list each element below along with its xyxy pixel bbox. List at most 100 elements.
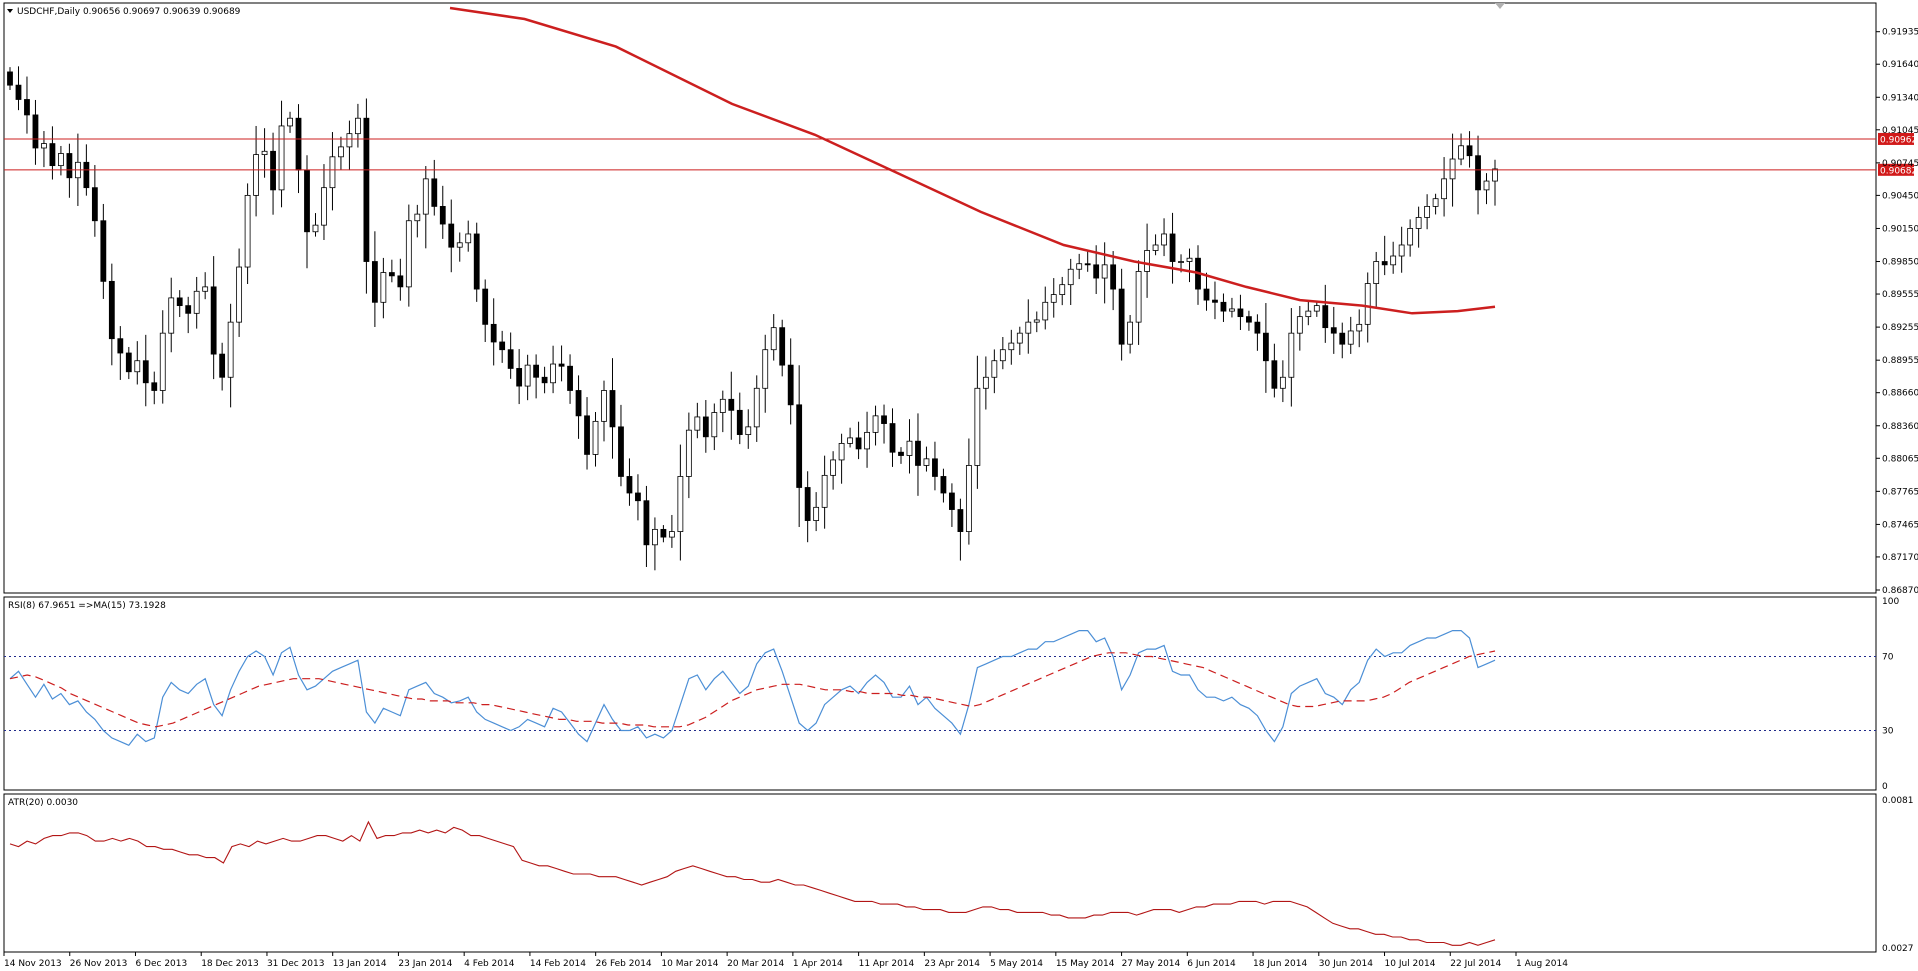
candle-bull (321, 187, 327, 226)
price-axis: 0.91935 0.91640 0.91340 0.91045 0.90745 0.904… (1876, 28, 1918, 596)
time-tick-label: 11 Apr 2014 (859, 959, 915, 969)
main-panel-frame (3, 2, 1877, 594)
candle-bear (142, 360, 149, 384)
candle-bull (1458, 145, 1464, 160)
candle-bear (635, 492, 641, 502)
symbol-title: USDCHF,Daily 0.90656 0.90697 0.90639 0.9… (17, 7, 241, 17)
candle-bull (380, 272, 387, 303)
price-tick-label: 0.90745 (1882, 159, 1918, 169)
candle-bear (618, 426, 624, 477)
atr-title: ATR(20) 0.0030 (8, 798, 78, 808)
candle-bull (1186, 257, 1193, 262)
candle-bull (312, 224, 319, 233)
candle-bear (15, 84, 22, 100)
candle-bear (490, 323, 497, 343)
candle-bull (762, 349, 769, 389)
candle-bear (541, 376, 548, 384)
candle-bear (533, 364, 540, 378)
candle-bull (592, 420, 599, 455)
price-tick-label: 0.88360 (1882, 422, 1918, 432)
candle-bull (346, 133, 353, 148)
candle-bear (889, 423, 896, 453)
candle-bull (202, 286, 209, 292)
time-tick-label: 15 May 2014 (1056, 959, 1115, 969)
candle-bull (770, 327, 777, 351)
price-tick-label: 0.87465 (1882, 520, 1918, 530)
candle-bear (108, 280, 115, 340)
candle-bull (1415, 217, 1422, 229)
price-tick-label: 0.87765 (1882, 487, 1918, 497)
candle-bear (482, 288, 489, 325)
candle-bull (1229, 308, 1235, 312)
rsi-panel-frame (3, 596, 1877, 791)
candle-bear (91, 187, 98, 222)
candle-bull (601, 390, 607, 422)
candle-bear (915, 440, 921, 466)
candle-bull (1152, 244, 1159, 251)
price-tick-label: 0.87170 (1882, 553, 1918, 563)
candle-bull (1441, 178, 1447, 200)
candle-bear (516, 368, 523, 387)
candle-bull (813, 506, 820, 521)
candle-bear (898, 451, 904, 456)
candle-bear (584, 415, 590, 455)
time-tick-label: 5 May 2014 (990, 959, 1043, 969)
candle-bull (711, 412, 718, 438)
price-tick-label: 0.89850 (1882, 258, 1918, 268)
candle-bull (1313, 305, 1320, 312)
rsi-title: RSI(8) 67.9651 =>MA(15) 73.1928 (8, 601, 166, 611)
candle-bull (1373, 261, 1380, 284)
candle-bull (422, 178, 429, 215)
price-tick-label: 0.91935 (1882, 28, 1918, 38)
candle-bull (355, 117, 361, 135)
candle-bear (448, 223, 455, 248)
candle-bear (1466, 145, 1473, 157)
candle-bear (558, 363, 565, 367)
candle-bear (940, 476, 947, 494)
time-tick-label: 30 Jun 2014 (1319, 959, 1373, 969)
candle-bear (210, 286, 217, 355)
candle-bull (41, 143, 47, 149)
candle-bull (261, 150, 268, 156)
candle-bear (1084, 263, 1091, 266)
time-tick-label: 18 Dec 2013 (201, 959, 259, 969)
candle-bull (1364, 283, 1371, 325)
candle-bull (287, 117, 293, 127)
candle-bear (7, 71, 13, 86)
candle-bull (1033, 319, 1040, 323)
candle-bull (134, 360, 141, 373)
candle-bear (397, 275, 404, 288)
candle-bull (974, 387, 981, 466)
candle-bear (439, 206, 446, 225)
candle-bull (821, 474, 828, 508)
rsi-axis-label: 0 (1882, 782, 1888, 792)
candle-bull (1178, 261, 1184, 263)
candle-bull (1135, 271, 1142, 323)
candle-bull (1288, 332, 1295, 378)
candle-bull (253, 154, 259, 196)
candle-bear (176, 297, 183, 307)
candle-bear (1118, 288, 1125, 345)
chart-canvas[interactable]: 0.909620.90682 0.919350.916400.913400.91… (0, 0, 1918, 971)
candle-bear (949, 492, 955, 510)
candle-bear (431, 178, 438, 207)
price-tick-label: 0.88955 (1882, 356, 1918, 366)
candle-bear (66, 153, 73, 179)
candle-bull (745, 426, 752, 435)
time-tick-label: 14 Feb 2014 (530, 959, 586, 969)
candle-bull (838, 442, 845, 461)
candle-bull (1449, 158, 1456, 180)
candle-bear (125, 352, 132, 373)
candle-bear (1093, 264, 1100, 279)
candle-bull (1067, 268, 1074, 286)
candle-bull (1347, 330, 1354, 345)
time-tick-label: 23 Apr 2014 (924, 959, 980, 969)
price-tick-label: 0.91640 (1882, 60, 1918, 70)
candle-bull (414, 213, 421, 222)
candle-bear (185, 305, 192, 314)
candle-bear (1220, 301, 1227, 312)
time-tick-label: 13 Jan 2014 (333, 959, 387, 969)
candle-bear (736, 409, 743, 435)
candle-bear (295, 117, 302, 171)
candle-bear (499, 341, 506, 351)
